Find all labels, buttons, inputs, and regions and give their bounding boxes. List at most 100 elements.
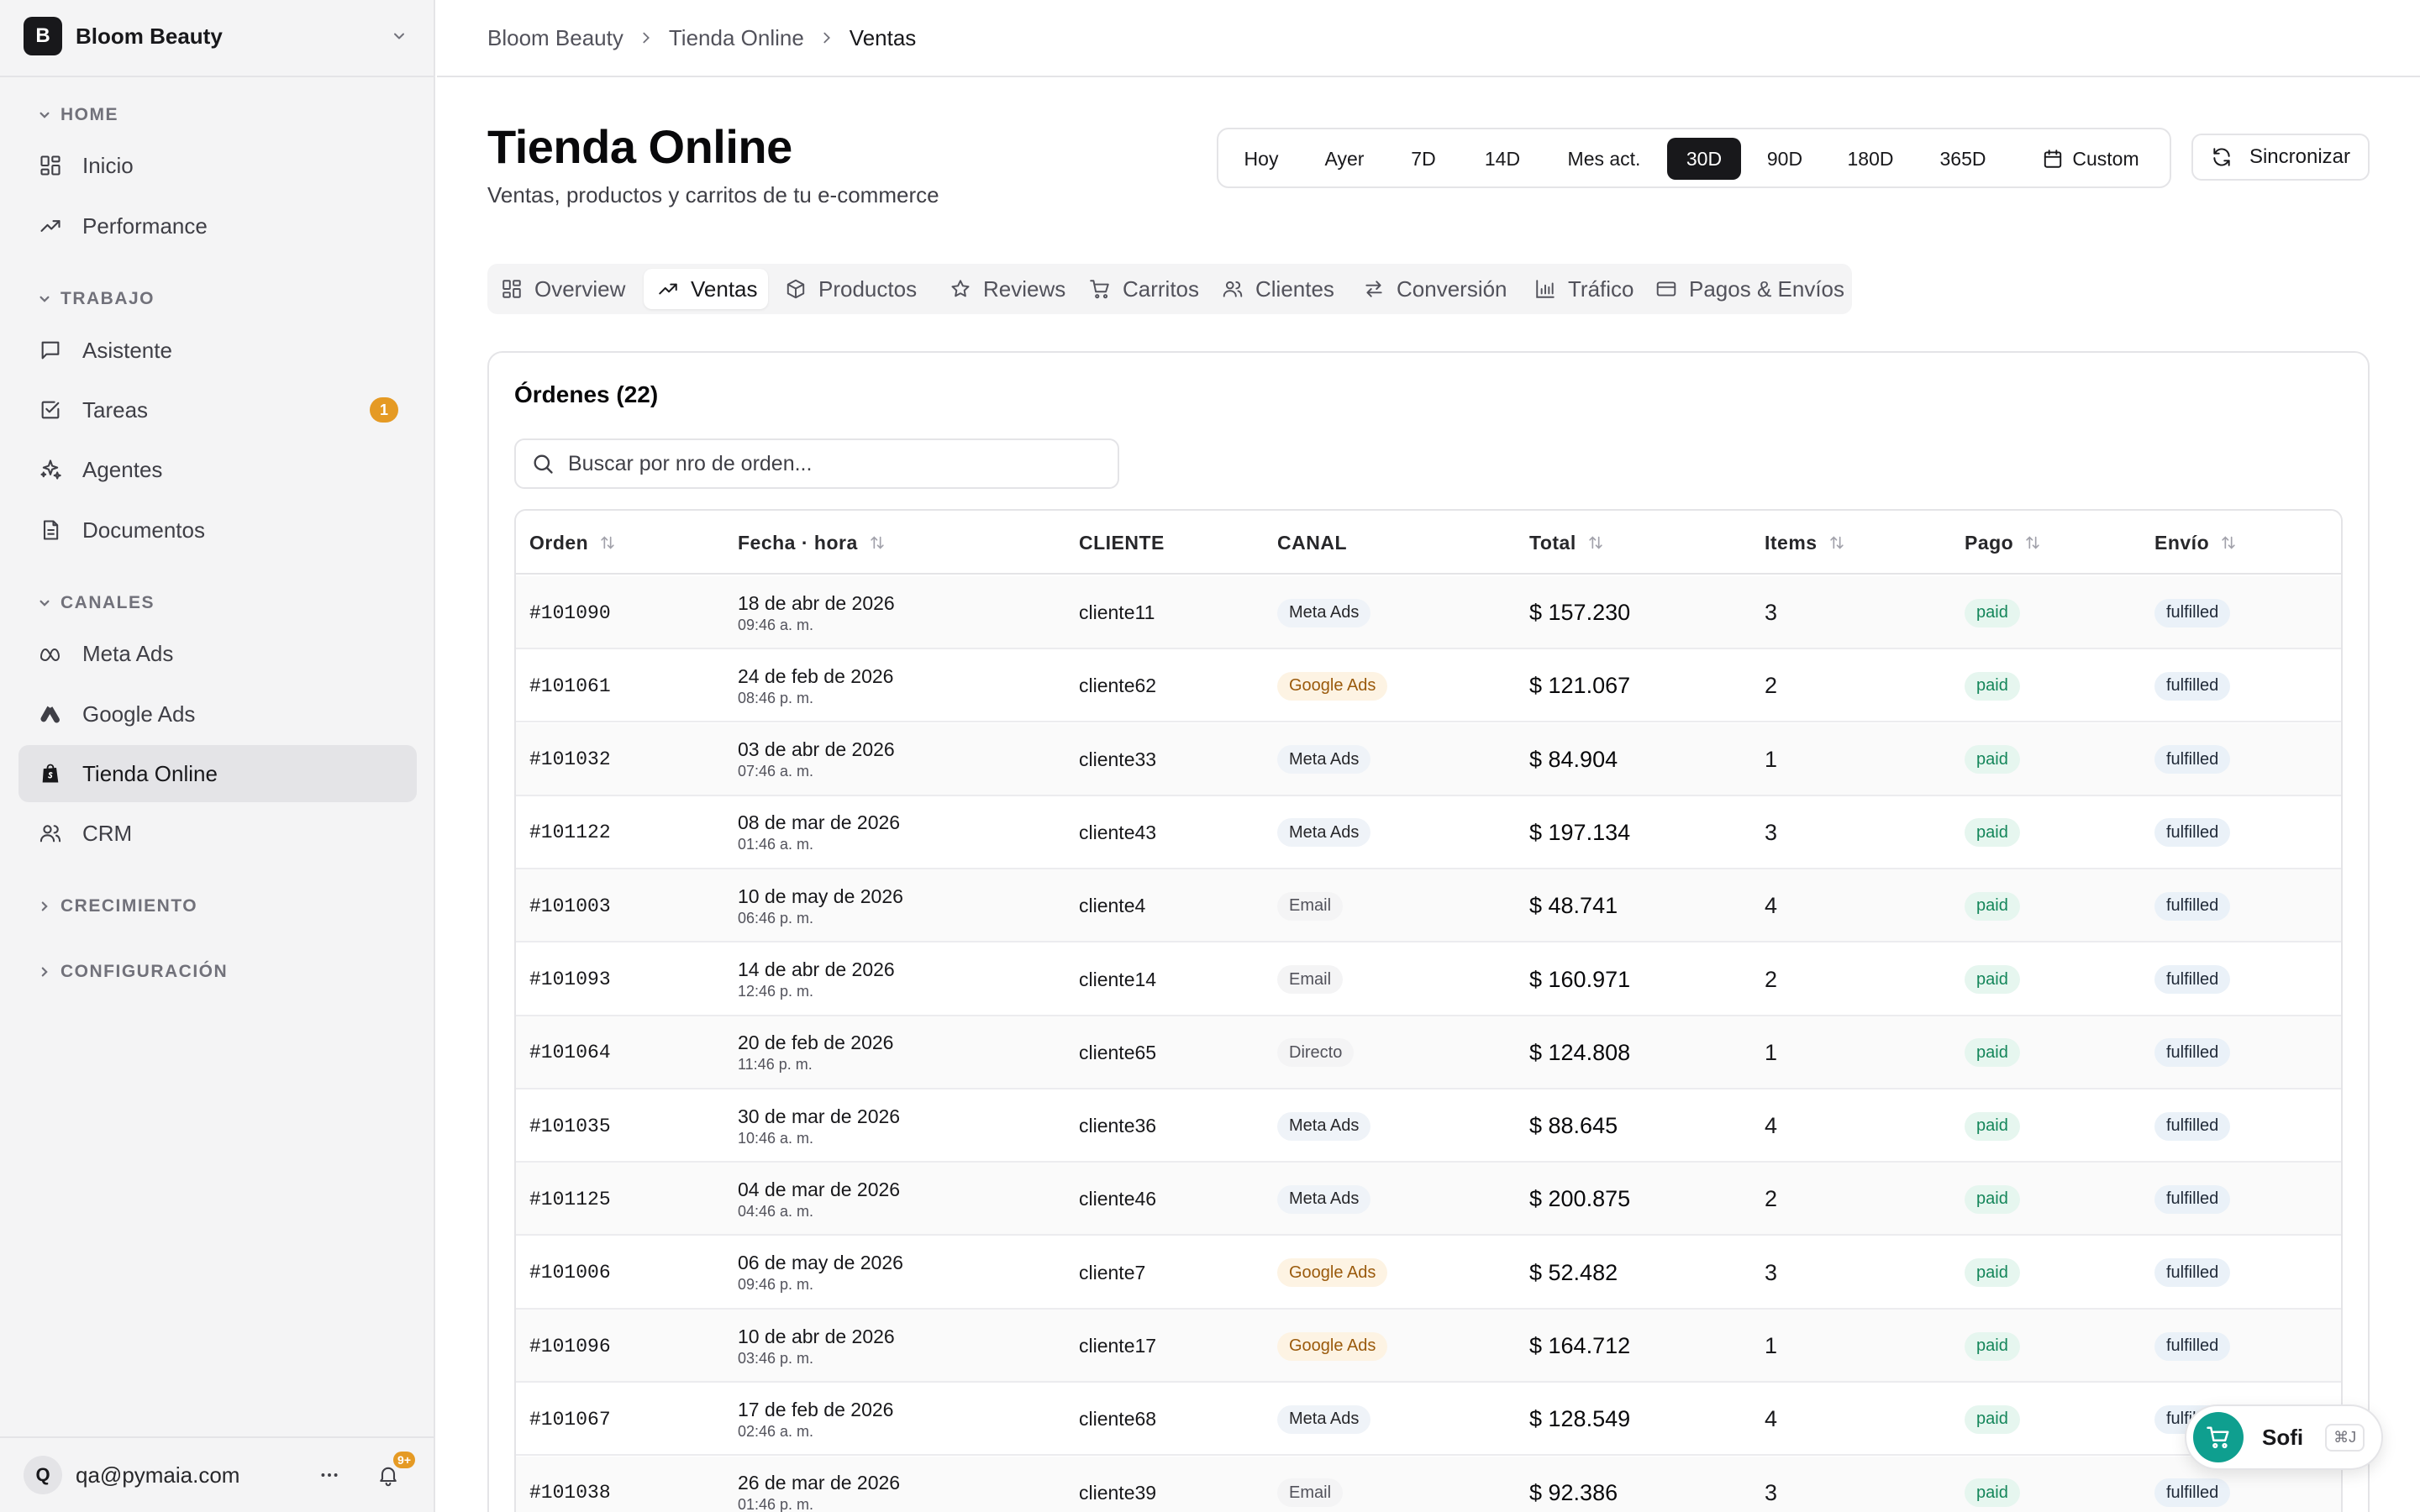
shipping-status-badge: fulfilled (2154, 1478, 2231, 1508)
breadcrumb-item[interactable]: Tienda Online (669, 25, 804, 51)
workspace-switcher[interactable]: B Bloom Beauty (24, 17, 412, 55)
range-14d[interactable]: 14D (1469, 138, 1536, 180)
table-row[interactable]: #101090 18 de abr de 2026 09:46 a. m. clien… (516, 576, 2341, 649)
sidebar-item-label: Agentes (82, 456, 163, 482)
table-row[interactable]: #101067 17 de feb de 2026 02:46 a. m. clien… (516, 1383, 2341, 1457)
order-date: 10 de abr de 2026 (738, 1325, 895, 1347)
order-time: 09:46 a. m. (738, 616, 814, 633)
tab-productos[interactable]: Productos (771, 269, 933, 309)
payment-status-badge: paid (1965, 818, 2020, 848)
section-home[interactable]: HOME (39, 102, 118, 128)
more-icon[interactable] (313, 1458, 346, 1492)
user-email: qa@pymaia.com (76, 1462, 240, 1488)
breadcrumb-item[interactable]: Bloom Beauty (487, 25, 623, 51)
tab-label: Overview (534, 276, 626, 302)
sidebar-item-tienda-online[interactable]: Tienda Online (18, 745, 417, 802)
col-pago[interactable]: Pago (1965, 511, 2042, 575)
section-crecimiento[interactable]: CRECIMIENTO (39, 894, 197, 919)
order-shipping: fulfilled (2154, 649, 2231, 722)
range-custom[interactable]: Custom (2023, 138, 2158, 180)
sync-button[interactable]: Sincronizar (2191, 134, 2370, 181)
order-number[interactable]: #101003 (529, 869, 611, 942)
order-client: cliente62 (1079, 675, 1157, 697)
section-configuracion[interactable]: CONFIGURACIÓN (39, 959, 228, 984)
tab-clientes[interactable]: Clientes (1208, 269, 1346, 309)
order-number[interactable]: #101032 (529, 723, 611, 796)
order-number[interactable]: #101096 (529, 1310, 611, 1383)
order-datetime: 26 de mar de 2026 01:46 p. m. (738, 1457, 900, 1512)
tab-overview[interactable]: Overview (487, 269, 644, 309)
order-items: 1 (1765, 746, 1778, 772)
table-row[interactable]: #101093 14 de abr de 2026 12:46 p. m. clien… (516, 943, 2341, 1016)
order-number[interactable]: #101090 (529, 576, 611, 649)
col-orden[interactable]: Orden (529, 511, 617, 575)
col-envio[interactable]: Envío (2154, 511, 2238, 575)
sidebar-item-tareas[interactable]: Tareas 1 (18, 381, 417, 438)
order-number[interactable]: #101064 (529, 1016, 611, 1089)
range-30d[interactable]: 30D (1667, 138, 1741, 180)
order-number[interactable]: #101122 (529, 796, 611, 869)
range-hoy[interactable]: Hoy (1232, 138, 1291, 180)
range-mes-actual[interactable]: Mes act. (1553, 138, 1655, 180)
order-channel: Meta Ads (1277, 576, 1371, 649)
tab-ventas[interactable]: Ventas (644, 269, 768, 309)
range-90d[interactable]: 90D (1751, 138, 1818, 180)
order-number[interactable]: #101006 (529, 1236, 611, 1310)
table-row[interactable]: #101122 08 de mar de 2026 01:46 a. m. clien… (516, 796, 2341, 869)
range-365d[interactable]: 365D (1924, 138, 2002, 180)
channel-badge: Directo (1277, 1038, 1355, 1068)
sidebar-item-performance[interactable]: Performance (18, 197, 417, 255)
table-row[interactable]: #101006 06 de may de 2026 09:46 p. m. clien… (516, 1236, 2341, 1310)
section-canales[interactable]: CANALES (39, 591, 155, 616)
order-client: cliente11 (1079, 601, 1155, 623)
order-items: 3 (1765, 1479, 1778, 1505)
order-client: cliente4 (1079, 895, 1146, 917)
table-row[interactable]: #101038 26 de mar de 2026 01:46 p. m. clien… (516, 1456, 2341, 1512)
col-items[interactable]: Items (1765, 511, 1846, 575)
range-7d[interactable]: 7D (1397, 138, 1450, 180)
table-row[interactable]: #101032 03 de abr de 2026 07:46 a. m. clien… (516, 722, 2341, 796)
order-datetime: 03 de abr de 2026 07:46 a. m. (738, 723, 895, 796)
order-number[interactable]: #101038 (529, 1457, 611, 1512)
sidebar-item-crm[interactable]: CRM (18, 805, 417, 862)
table-row[interactable]: #101003 10 de may de 2026 06:46 p. m. clien… (516, 869, 2341, 943)
bell-icon[interactable]: 9+ (371, 1452, 415, 1492)
channel-badge: Google Ads (1277, 671, 1388, 701)
tab-trafico[interactable]: Tráfico (1521, 269, 1639, 309)
table-row[interactable]: #101096 10 de abr de 2026 03:46 p. m. clien… (516, 1310, 2341, 1383)
tab-pagos-envios[interactable]: Pagos & Envíos (1642, 269, 1845, 309)
star-icon (948, 276, 973, 302)
tab-reviews[interactable]: Reviews (936, 269, 1072, 309)
order-number[interactable]: #101035 (529, 1089, 611, 1163)
sidebar-item-meta-ads[interactable]: Meta Ads (18, 625, 417, 682)
order-client: cliente46 (1079, 1188, 1157, 1210)
date-range-selector: Hoy Ayer 7D 14D Mes act. 30D 90D 180D 36… (1217, 128, 2171, 188)
table-row[interactable]: #101064 20 de feb de 2026 11:46 p. m. clien… (516, 1016, 2341, 1089)
sidebar-item-google-ads[interactable]: Google Ads (18, 685, 417, 743)
tab-label: Reviews (983, 276, 1066, 302)
sidebar-item-agentes[interactable]: Agentes (18, 441, 417, 498)
order-number[interactable]: #101061 (529, 649, 611, 722)
avatar[interactable]: Q (24, 1456, 62, 1494)
tab-conversion[interactable]: Conversión (1349, 269, 1518, 309)
sidebar-item-inicio[interactable]: Inicio (18, 137, 417, 194)
order-search-input[interactable] (568, 451, 1106, 476)
channel-badge: Google Ads (1277, 1258, 1388, 1288)
order-number[interactable]: #101067 (529, 1383, 611, 1456)
range-180d[interactable]: 180D (1832, 138, 1909, 180)
section-trabajo[interactable]: TRABAJO (39, 286, 155, 312)
payment-status-badge: paid (1965, 1258, 2020, 1288)
order-number[interactable]: #101125 (529, 1163, 611, 1236)
table-row[interactable]: #101061 24 de feb de 2026 08:46 p. m. clien… (516, 649, 2341, 723)
range-ayer[interactable]: Ayer (1309, 138, 1380, 180)
tab-carritos[interactable]: Carritos (1076, 269, 1205, 309)
col-total[interactable]: Total (1529, 511, 1605, 575)
col-fecha[interactable]: Fecha · hora (738, 511, 886, 575)
table-row[interactable]: #101035 30 de mar de 2026 10:46 a. m. clien… (516, 1089, 2341, 1163)
assistant-launcher[interactable]: Sofi ⌘J (2185, 1404, 2383, 1470)
sidebar-item-documentos[interactable]: Documentos (18, 501, 417, 559)
table-row[interactable]: #101125 04 de mar de 2026 04:46 a. m. clien… (516, 1163, 2341, 1236)
sidebar-item-asistente[interactable]: Asistente (18, 322, 417, 379)
order-items: 2 (1765, 966, 1778, 992)
order-number[interactable]: #101093 (529, 943, 611, 1016)
